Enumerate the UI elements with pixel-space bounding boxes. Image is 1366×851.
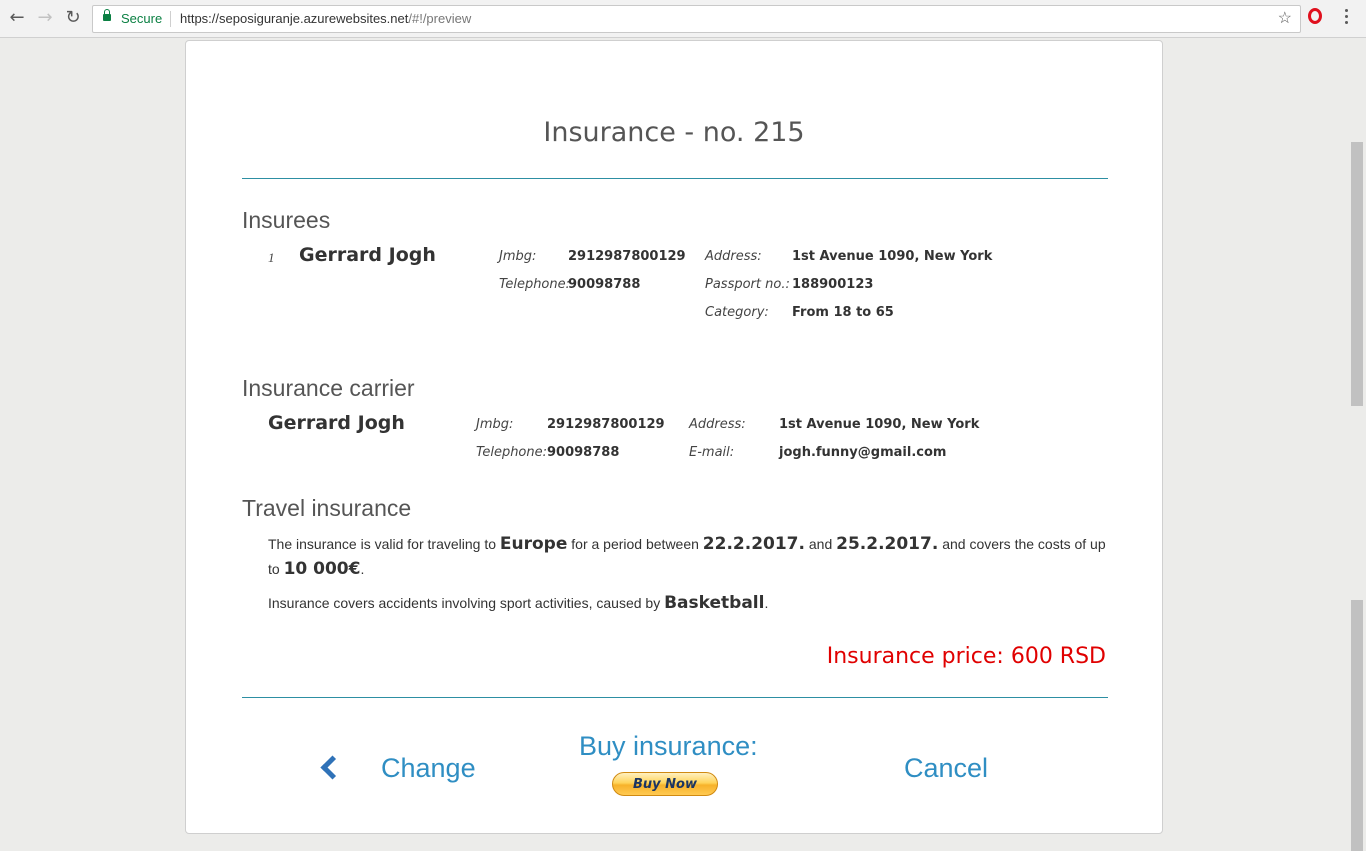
travel-validity-text: The insurance is valid for traveling to … [268, 534, 1106, 554]
insuree-jmbg: 2912987800129 [568, 249, 686, 264]
text-segment: and [808, 536, 833, 552]
insuree-index: 1 [268, 250, 275, 265]
page-title: Insurance - no. 215 [543, 117, 805, 148]
destination: Europe [499, 534, 568, 554]
carrier-heading: Insurance carrier [242, 375, 415, 401]
url-text[interactable]: https://seposiguranje.azurewebsites.net/… [180, 6, 471, 32]
scrollbar-thumb-lower[interactable] [1351, 600, 1363, 851]
buy-insurance-label: Buy insurance: [579, 731, 758, 761]
insuree-passport: 188900123 [792, 277, 874, 292]
end-date: 25.2.2017. [836, 534, 939, 554]
carrier-telephone-label: Telephone: [476, 445, 548, 460]
insuree-name: Gerrard Jogh [299, 244, 436, 266]
travel-coverage-text: to 10 000€. [268, 559, 364, 579]
change-button[interactable]: Change [381, 753, 476, 784]
insuree-telephone: 90098788 [568, 277, 641, 292]
start-date: 22.2.2017. [702, 534, 805, 554]
chevron-left-icon[interactable] [320, 755, 345, 780]
carrier-jmbg-label: Jmbg: [476, 417, 514, 432]
bookmark-star-icon[interactable]: ☆ [1278, 6, 1292, 32]
carrier-jmbg: 2912987800129 [547, 417, 665, 432]
insurance-preview-card: Insurance - no. 215 Insurees 1 Gerrard J… [185, 40, 1163, 834]
carrier-address: 1st Avenue 1090, New York [779, 417, 980, 432]
insuree-category: From 18 to 65 [792, 305, 894, 320]
back-icon[interactable]: ← [6, 7, 28, 29]
url-path: /#!/preview [408, 11, 472, 26]
carrier-address-label: Address: [689, 417, 746, 432]
browser-menu-icon[interactable] [1345, 9, 1348, 27]
carrier-telephone: 90098788 [547, 445, 620, 460]
carrier-email-label: E-mail: [689, 445, 735, 460]
travel-heading: Travel insurance [242, 495, 412, 521]
carrier-name: Gerrard Jogh [268, 412, 405, 434]
reload-icon[interactable]: ↻ [62, 7, 84, 29]
sport-name: Basketball [664, 593, 765, 613]
insuree-address-label: Address: [705, 249, 762, 264]
text-segment: . [764, 595, 769, 611]
insuree-address: 1st Avenue 1090, New York [792, 249, 993, 264]
insurance-price: Insurance price: 600 RSD [826, 644, 1106, 669]
scrollbar-thumb[interactable] [1351, 142, 1363, 406]
insuree-telephone-label: Telephone: [499, 277, 571, 292]
buy-now-button[interactable]: Buy Now [612, 772, 718, 796]
secure-label: Secure [121, 11, 163, 26]
insurees-heading: Insurees [242, 207, 331, 233]
cancel-button[interactable]: Cancel [904, 753, 988, 784]
insuree-passport-label: Passport no.: [705, 277, 790, 292]
browser-toolbar: ← → ↻ Secure https://seposiguranje.azure… [0, 0, 1366, 38]
text-segment: for a period between [571, 536, 699, 552]
title-divider [242, 178, 1108, 179]
lock-icon [103, 9, 111, 21]
footer-divider [242, 697, 1108, 698]
travel-sport-text: Insurance covers accidents involving spo… [268, 593, 768, 613]
address-bar[interactable]: Secure https://seposiguranje.azurewebsit… [92, 5, 1301, 33]
forward-icon[interactable]: → [34, 7, 56, 29]
url-base: https://seposiguranje.azurewebsites.net [180, 11, 409, 26]
text-segment: and covers the costs of up [942, 536, 1106, 552]
carrier-email: jogh.funny@gmail.com [779, 445, 947, 460]
insuree-jmbg-label: Jmbg: [499, 249, 537, 264]
insuree-category-label: Category: [705, 305, 769, 320]
divider [170, 11, 171, 27]
coverage-amount: 10 000€ [283, 559, 361, 579]
text-segment: Insurance covers accidents involving spo… [268, 595, 661, 611]
text-segment: to [268, 561, 280, 577]
opera-extension-icon[interactable] [1308, 8, 1322, 24]
text-segment: . [360, 561, 365, 577]
text-segment: The insurance is valid for traveling to [268, 536, 496, 552]
